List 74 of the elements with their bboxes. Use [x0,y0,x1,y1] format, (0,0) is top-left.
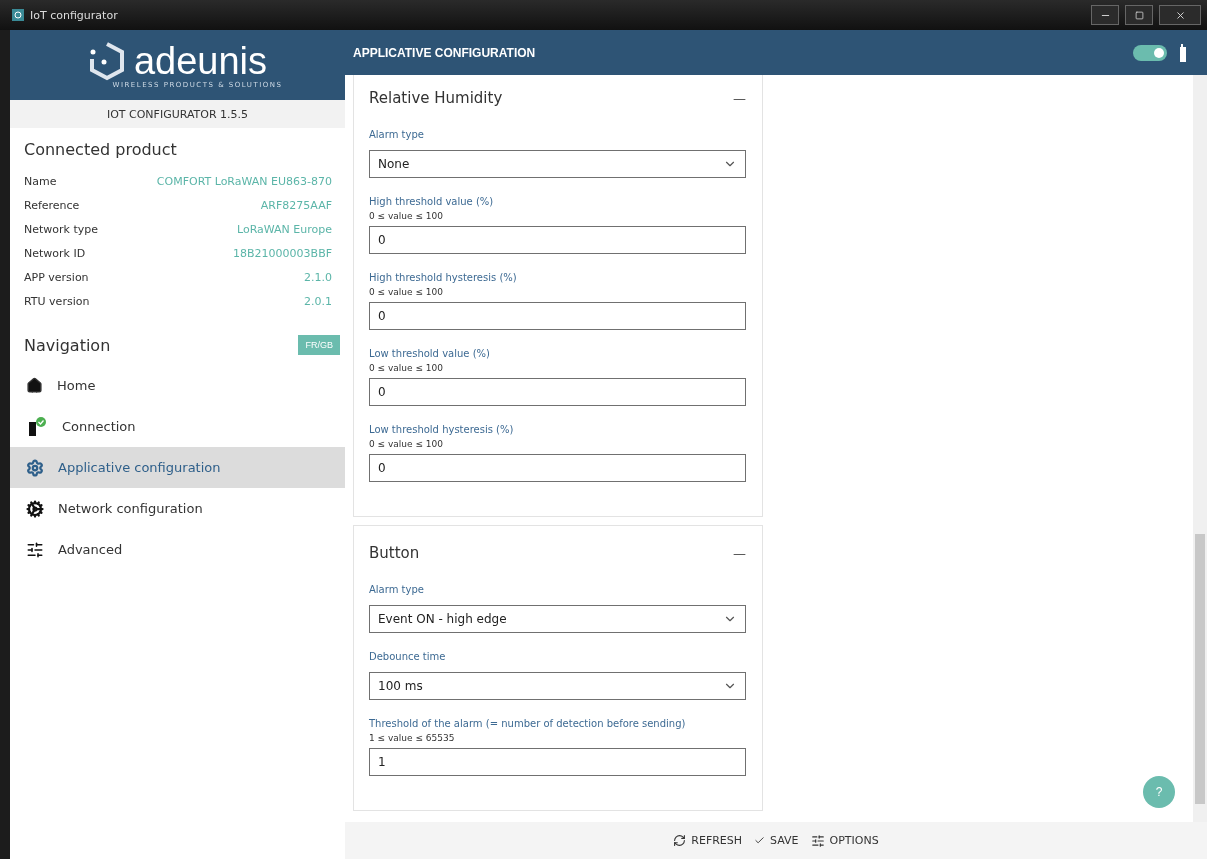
window-title: IoT configurator [30,8,119,22]
info-label: Network type [24,222,98,236]
nav-label: Advanced [58,542,123,557]
scrollbar[interactable] [1193,75,1207,822]
nav-label: Network configuration [58,501,203,516]
hexagon-logo-icon [87,41,126,81]
footer-button[interactable]: OPTIONS [810,833,879,848]
info-label: Name [24,174,57,188]
info-value: ARF8275AAF [260,198,332,212]
info-value: 2.0.1 [304,294,332,308]
range-hint: 0 ≤ value ≤ 100 [369,363,444,373]
section-title: Navigation [24,335,111,355]
refresh-icon [673,834,687,847]
field-label: Debounce time [369,651,447,662]
input-field[interactable]: 0 [369,378,746,406]
gear-icon [26,458,44,477]
sliders-icon [26,540,44,559]
field-label: Threshold of the alarm (= number of detection before sending) [369,718,687,729]
collapse-toggle[interactable]: — [733,545,746,561]
range-hint: 0 ≤ value ≤ 100 [369,287,444,297]
range-hint: 1 ≤ value ≤ 65535 [369,733,456,743]
info-value: 18B21000003BBF [233,246,332,260]
brand-name: adeunis [133,41,268,81]
dropdown[interactable]: 100 ms [369,672,746,700]
collapse-toggle[interactable]: — [733,90,746,106]
field-label: Alarm type [369,584,425,595]
nav-item[interactable]: Connection [10,406,345,447]
nav-item[interactable]: Applicative configuration [10,447,345,488]
info-label: RTU version [24,294,90,308]
field-label: Alarm type [369,129,425,140]
info-label: APP version [24,270,89,284]
nav-label: Applicative configuration [58,460,221,475]
cog-icon [26,499,44,518]
check-icon [754,835,766,846]
field-label: Low threshold value (%) [369,348,491,359]
info-value: 2.1.0 [304,270,332,284]
dropdown[interactable]: None [369,150,746,178]
field-label: Low threshold hysteresis (%) [369,424,515,435]
footer-button[interactable]: REFRESH [673,834,743,847]
info-label: Network ID [24,246,86,260]
info-label: Reference [24,198,80,212]
input-field[interactable]: 0 [369,226,746,254]
range-hint: 0 ≤ value ≤ 100 [369,211,444,221]
close-button[interactable] [1159,5,1201,25]
sliders-icon [810,833,825,848]
toggle-switch[interactable] [1133,44,1167,61]
nav-item[interactable]: Advanced [10,529,345,570]
info-value: COMFORT LoRaWAN EU863-870 [156,174,332,188]
maximize-button[interactable] [1125,5,1153,25]
nav-label: Connection [62,419,136,434]
nav-label: Home [57,378,96,393]
dropdown[interactable]: Event ON - high edge [369,605,746,633]
section-title: Connected product [24,140,178,159]
app-icon [12,9,24,21]
input-field[interactable]: 0 [369,302,746,330]
card-title: Relative Humidity [369,89,503,107]
version-label: IOT CONFIGURATOR 1.5.5 [10,100,345,128]
minimize-button[interactable] [1091,5,1119,25]
range-hint: 0 ≤ value ≤ 100 [369,439,444,449]
input-field[interactable]: 0 [369,454,746,482]
field-label: High threshold value (%) [369,196,495,207]
device-check-icon [26,415,48,438]
close-icon [1174,9,1186,21]
maximize-icon [1134,10,1144,20]
home-icon [26,377,43,394]
nav-item[interactable]: Home [10,365,345,406]
page-title: APPLICATIVE CONFIGURATION [353,45,537,60]
nav-item[interactable]: Network configuration [10,488,345,529]
input-field[interactable]: 1 [369,748,746,776]
info-value: LoRaWAN Europe [237,222,332,236]
card-title: Button [369,544,420,562]
field-label: High threshold hysteresis (%) [369,272,518,283]
footer-button[interactable]: SAVE [754,834,799,847]
device-icon [1179,43,1187,62]
